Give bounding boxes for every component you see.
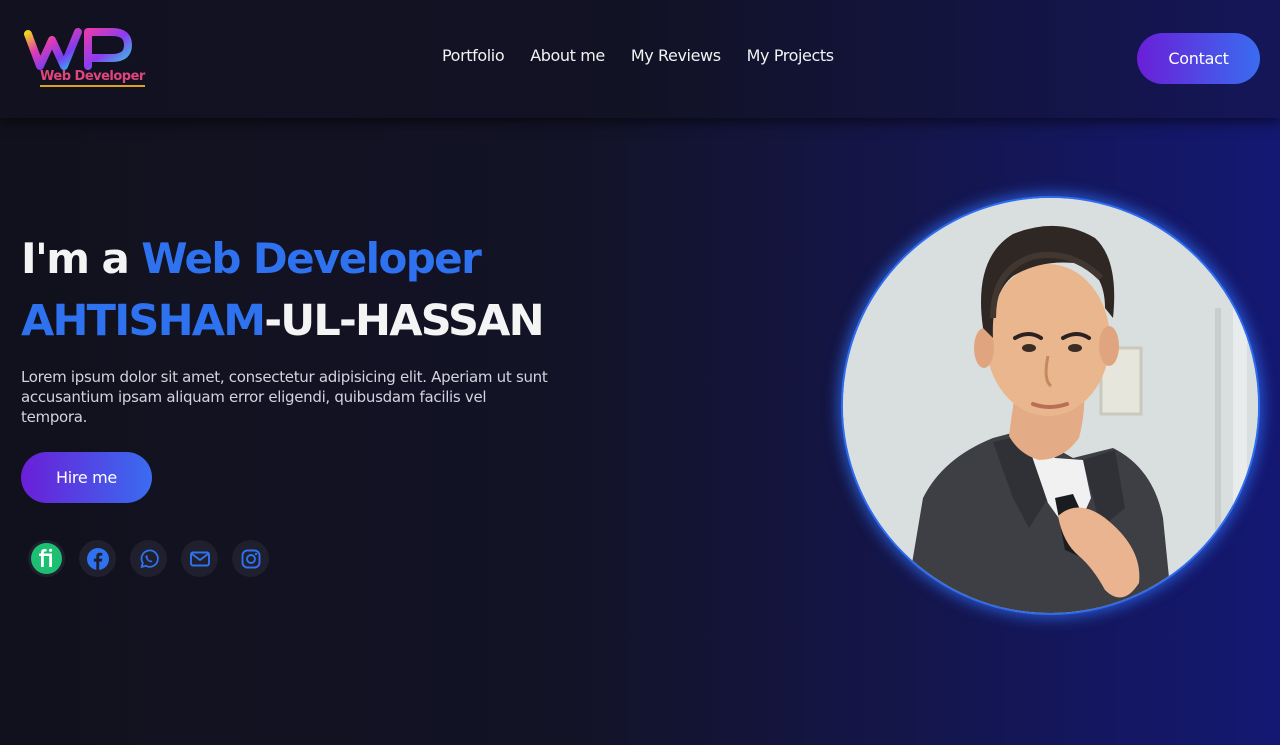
main-nav: Portfolio About me My Reviews My Project… [442, 46, 860, 65]
social-link-instagram[interactable] [232, 540, 269, 577]
profile-portrait-image [843, 198, 1258, 613]
logo[interactable]: Web Developer [24, 26, 145, 92]
nav-item-portfolio[interactable]: Portfolio [442, 46, 505, 65]
instagram-icon [241, 549, 260, 568]
facebook-icon [86, 547, 109, 570]
social-link-mail[interactable] [181, 540, 218, 577]
site-header: Web Developer Portfolio About me My Revi… [0, 0, 1280, 118]
mail-icon [189, 551, 210, 566]
nav-item-my-projects[interactable]: My Projects [747, 46, 834, 65]
logo-text: Web Developer [40, 69, 145, 87]
hero-name: AHTISHAM-UL-HASSAN [21, 296, 545, 346]
social-link-fiverr[interactable] [28, 540, 65, 577]
hero-name-first: AHTISHAM [21, 296, 266, 346]
social-links [28, 540, 283, 577]
hero-name-rest: -UL-HASSAN [264, 296, 544, 346]
nav-item-about-me[interactable]: About me [530, 46, 605, 65]
social-link-whatsapp[interactable] [130, 540, 167, 577]
fiverr-icon [31, 543, 62, 574]
wp-logo-icon [24, 28, 132, 70]
hero-description: Lorem ipsum dolor sit amet, consectetur … [21, 368, 548, 426]
contact-button[interactable]: Contact [1137, 33, 1260, 84]
hero-title-role: Web Developer [141, 234, 482, 283]
hero-title: I'm a Web Developer [21, 234, 482, 283]
whatsapp-icon [140, 549, 159, 568]
hire-me-button[interactable]: Hire me [21, 452, 152, 503]
social-link-facebook[interactable] [79, 540, 116, 577]
hero-title-prefix: I'm a [21, 234, 142, 283]
nav-item-my-reviews[interactable]: My Reviews [631, 46, 721, 65]
profile-photo [841, 196, 1260, 615]
